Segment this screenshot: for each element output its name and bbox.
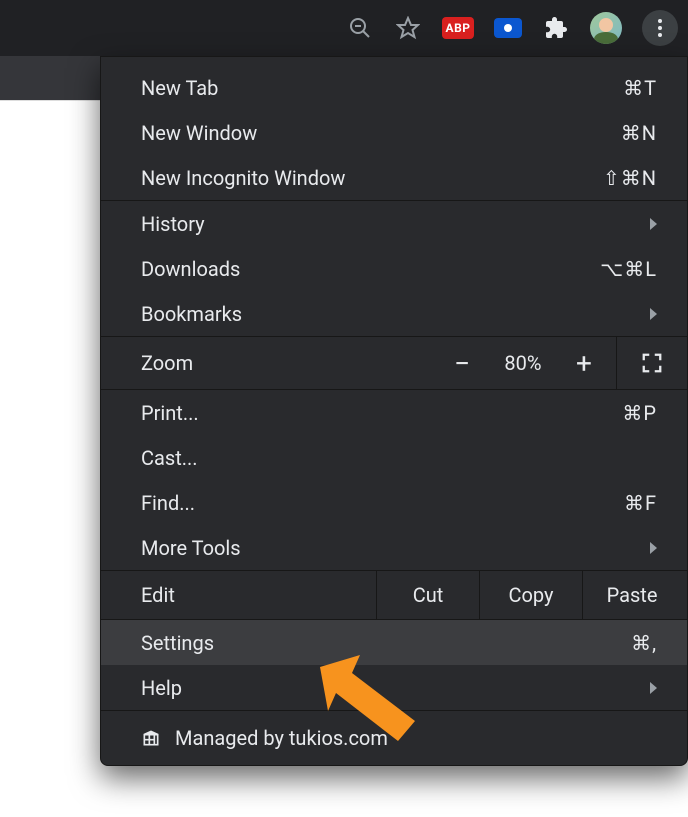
menu-item-settings[interactable]: Settings ⌘, [101,620,687,665]
chrome-menu-button[interactable] [642,10,678,46]
menu-item-history[interactable]: History [101,201,687,246]
menu-shortcut: ⇧⌘N [603,166,657,190]
menu-shortcut: ⌘P [622,401,657,425]
zoom-in-button[interactable]: + [560,337,608,389]
menu-item-downloads[interactable]: Downloads ⌥⌘L [101,246,687,291]
building-icon [141,728,161,748]
menu-item-more-tools[interactable]: More Tools [101,525,687,570]
menu-label: Cast... [141,446,657,470]
menu-item-bookmarks[interactable]: Bookmarks [101,291,687,336]
menu-label: Bookmarks [141,302,657,326]
menu-label: Print... [141,401,622,425]
menu-shortcut: ⌘N [621,121,657,145]
menu-shortcut: ⌘, [631,631,657,655]
edit-paste-button[interactable]: Paste [582,571,687,619]
browser-toolbar: ABP [0,0,688,56]
chrome-main-menu: New Tab ⌘T New Window ⌘N New Incognito W… [100,56,688,766]
menu-shortcut: ⌥⌘L [600,257,657,281]
edit-cut-button[interactable]: Cut [376,571,479,619]
menu-item-print[interactable]: Print... ⌘P [101,390,687,435]
menu-label: Help [141,676,657,700]
zoom-indicator-icon[interactable] [346,14,374,42]
profile-avatar[interactable] [590,12,622,44]
fullscreen-button[interactable] [616,337,687,389]
menu-item-new-tab[interactable]: New Tab ⌘T [101,65,687,110]
bookmark-star-icon[interactable] [394,14,422,42]
menu-label: Settings [141,631,631,655]
menu-item-managed[interactable]: Managed by tukios.com [101,711,687,765]
menu-item-new-window[interactable]: New Window ⌘N [101,110,687,155]
zoom-value: 80% [486,351,560,375]
menu-label: History [141,212,657,236]
menu-label: New Tab [141,76,623,100]
menu-label: More Tools [141,536,657,560]
menu-item-new-incognito[interactable]: New Incognito Window ⇧⌘N [101,155,687,200]
menu-item-help[interactable]: Help [101,665,687,710]
menu-item-cast[interactable]: Cast... [101,435,687,480]
menu-shortcut: ⌘F [624,491,657,515]
video-extension-icon[interactable] [494,18,522,38]
extensions-icon[interactable] [542,14,570,42]
edit-label: Edit [101,571,376,619]
menu-label: New Window [141,121,621,145]
adblock-extension-icon[interactable]: ABP [442,17,474,39]
managed-label: Managed by tukios.com [175,726,388,750]
menu-item-find[interactable]: Find... ⌘F [101,480,687,525]
menu-shortcut: ⌘T [623,76,657,100]
zoom-out-button[interactable]: − [438,337,486,389]
menu-item-edit-row: Edit Cut Copy Paste [101,571,687,619]
menu-label: New Incognito Window [141,166,603,190]
edit-copy-button[interactable]: Copy [479,571,582,619]
menu-item-zoom: Zoom − 80% + [101,337,687,389]
zoom-label: Zoom [101,351,438,375]
menu-label: Find... [141,491,624,515]
menu-label: Downloads [141,257,600,281]
